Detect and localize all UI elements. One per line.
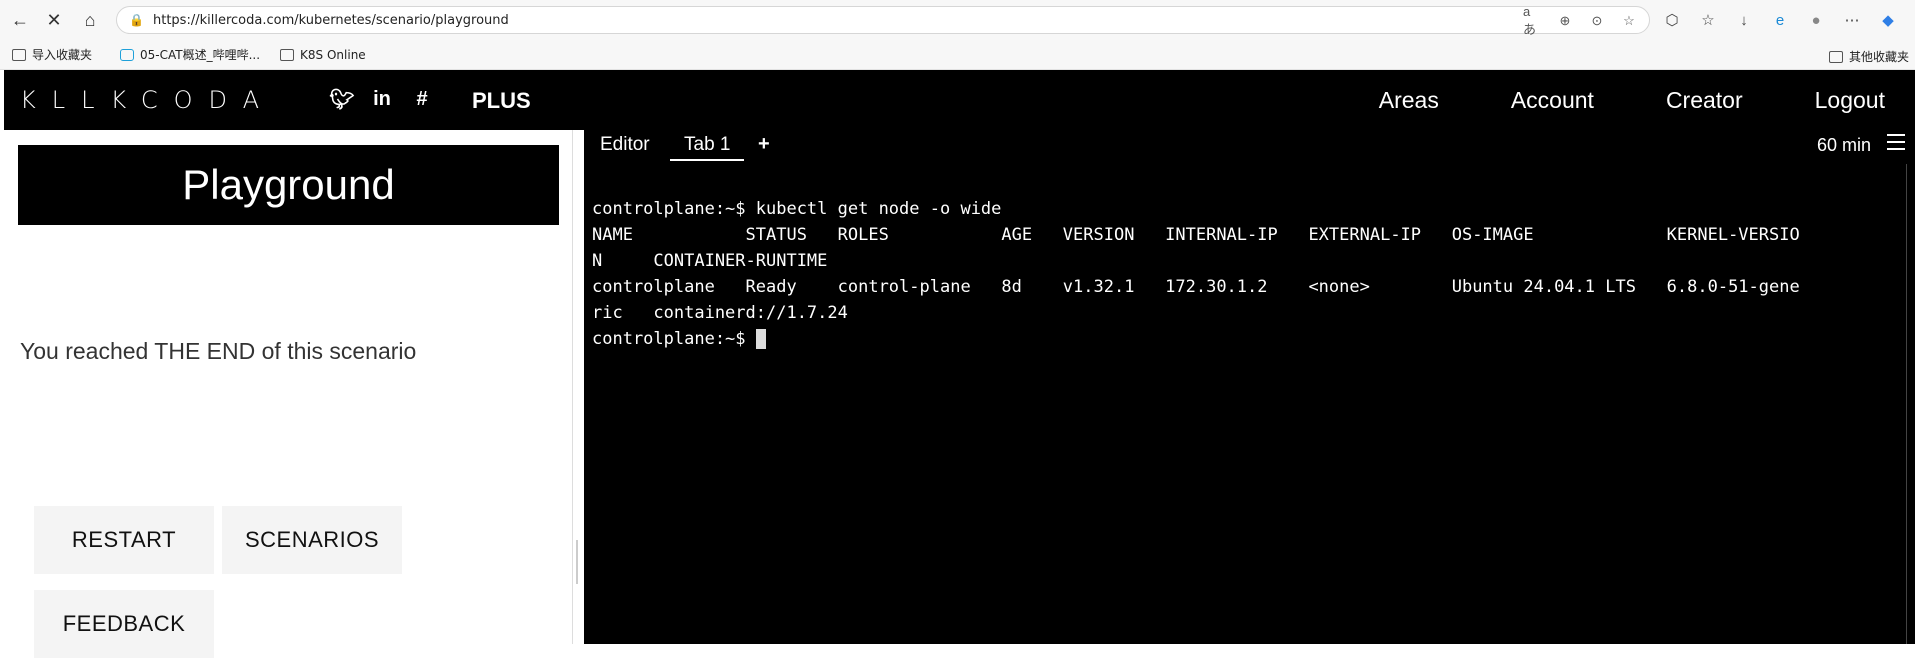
terminal-scrollbar[interactable] [1906, 164, 1907, 644]
nav-account[interactable]: Account [1511, 87, 1594, 114]
feedback-button[interactable]: FEEDBACK [34, 590, 214, 658]
terminal-prompt-line[interactable]: controlplane:~$ [592, 326, 1800, 352]
nav-creator[interactable]: Creator [1666, 87, 1743, 114]
bookmark-label: 导入收藏夹 [32, 48, 93, 62]
other-bookmarks[interactable]: 其他收藏夹 [1828, 48, 1909, 65]
terminal-line: ric containerd://1.7.24 [592, 303, 848, 323]
bookmark-bilibili[interactable]: 05-CAT概述_哔哩哔... [120, 46, 260, 63]
end-message: You reached THE END of this scenario [20, 338, 417, 364]
extensions-icon[interactable]: ⬡ [1660, 8, 1684, 32]
slack-icon[interactable]: # [409, 86, 435, 112]
site-header: KLLKCODA 🐦︎ in # PLUS Areas Account Crea… [4, 70, 1915, 130]
bookmarks-bar: 导入收藏夹 05-CAT概述_哔哩哔... K8S Online 其他收藏夹 [0, 40, 1915, 70]
more-menu-icon[interactable]: ⋯ [1840, 8, 1864, 32]
tab-1[interactable]: Tab 1 [684, 134, 730, 156]
add-tab-button[interactable]: + [758, 133, 770, 156]
lock-icon: 🔒 [129, 13, 144, 27]
folder-icon [280, 48, 295, 61]
plus-link[interactable]: PLUS [472, 88, 531, 114]
stop-loading-icon[interactable]: ✕ [38, 4, 70, 36]
hamburger-menu-icon[interactable] [1887, 134, 1905, 152]
bilibili-icon [120, 48, 135, 61]
active-tab-indicator [670, 159, 744, 161]
browser-toolbar: ← ✕ ⌂ 🔒 https://killercoda.com/kubernete… [0, 0, 1915, 40]
page-title: Playground [18, 145, 559, 225]
address-bar[interactable]: 🔒 https://killercoda.com/kubernetes/scen… [116, 4, 1650, 37]
folder-icon [1828, 50, 1843, 63]
site-logo[interactable]: KLLKCODA [20, 86, 275, 114]
bookmark-label: 05-CAT概述_哔哩哔... [140, 48, 261, 62]
linkedin-icon[interactable]: in [369, 86, 395, 112]
terminal-line: NAME STATUS ROLES AGE VERSION INTERNAL-I… [592, 225, 1800, 245]
tab-editor[interactable]: Editor [600, 134, 650, 156]
terminal-line: N CONTAINER-RUNTIME [592, 251, 828, 271]
back-icon[interactable]: ← [4, 4, 36, 36]
favorites-icon[interactable]: ☆ [1696, 8, 1720, 32]
nav-areas[interactable]: Areas [1379, 87, 1439, 114]
terminal-output[interactable]: controlplane:~$ kubectl get node -o wide… [592, 170, 1800, 404]
terminal-prompt: controlplane:~$ [592, 329, 756, 349]
more-tools-icon[interactable]: ⊙ [1587, 11, 1607, 31]
twitter-icon[interactable]: 🐦︎ [329, 86, 355, 112]
bookmark-label: K8S Online [300, 47, 366, 62]
bookmark-k8s-online[interactable]: K8S Online [280, 48, 366, 62]
zoom-icon[interactable]: ⊕ [1555, 11, 1575, 31]
terminal-line: controlplane:~$ kubectl get node -o wide [592, 199, 1002, 219]
profile-avatar[interactable]: ● [1804, 8, 1828, 32]
terminal-panel: Editor Tab 1 + 60 min controlplane:~$ ku… [584, 130, 1915, 644]
terminal-cursor [755, 329, 766, 349]
home-icon[interactable]: ⌂ [74, 4, 106, 36]
session-timer: 60 min [1816, 135, 1871, 155]
panel-divider [572, 130, 573, 644]
copilot-icon[interactable]: ◆ [1876, 8, 1900, 32]
bookmark-import[interactable]: 导入收藏夹 [12, 46, 92, 63]
terminal-line: controlplane Ready control-plane 8d v1.3… [592, 277, 1800, 297]
read-aloud-icon[interactable]: aあ [1523, 4, 1543, 37]
restart-button[interactable]: RESTART [34, 506, 214, 574]
favorite-star-icon[interactable]: ☆ [1619, 11, 1639, 31]
download-icon[interactable]: ↓ [1732, 8, 1756, 32]
resize-handle[interactable] [576, 540, 578, 584]
folder-icon [12, 48, 26, 61]
other-bookmarks-label: 其他收藏夹 [1848, 50, 1909, 64]
main-nav: Areas Account Creator Logout [1379, 87, 1885, 114]
edge-icon[interactable]: e [1768, 8, 1792, 32]
nav-logout[interactable]: Logout [1815, 87, 1885, 114]
scenarios-button[interactable]: SCENARIOS [222, 506, 402, 574]
scenario-panel: Playground You reached THE END of this s… [4, 130, 574, 658]
url-text[interactable]: https://killercoda.com/kubernetes/scenar… [153, 13, 509, 28]
terminal-tabs: Editor Tab 1 + 60 min [584, 130, 1915, 162]
